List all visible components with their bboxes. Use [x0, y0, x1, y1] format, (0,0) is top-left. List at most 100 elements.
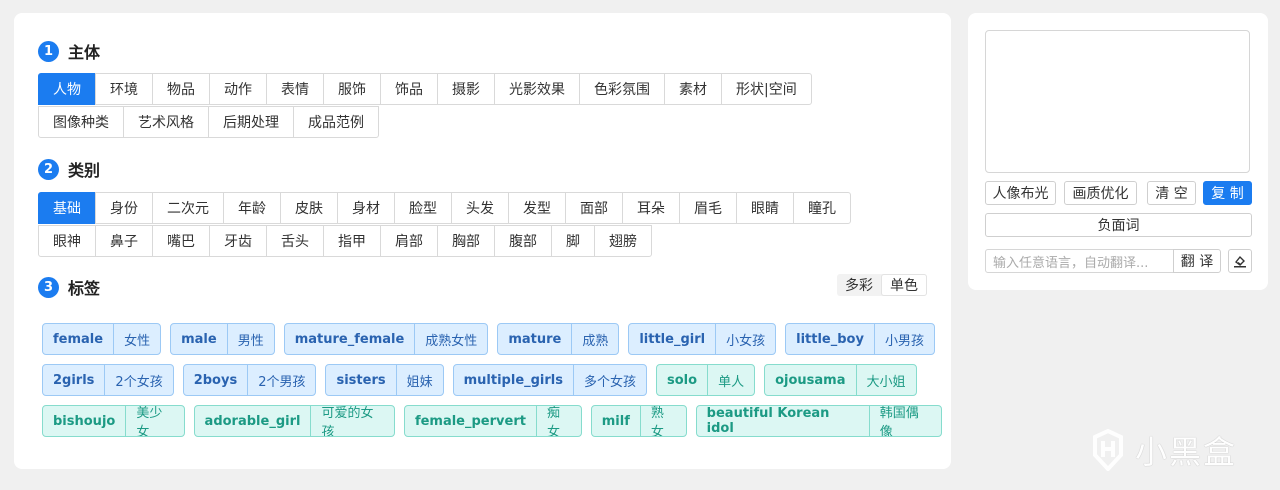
tab-subj-row2-2[interactable]: 后期处理	[208, 106, 294, 138]
color-mode-multi[interactable]: 多彩	[837, 274, 881, 296]
tab-cat-row2-5[interactable]: 指甲	[323, 225, 381, 257]
subject-tabs-row-1: 人物 环境 物品 动作 表情 服饰 饰品 摄影 光影效果 色彩氛围 素材 形状|空间	[38, 73, 812, 106]
tag-english: female_pervert	[405, 406, 537, 436]
tag-english: solo	[657, 365, 709, 395]
tab-cat-row2-2[interactable]: 嘴巴	[152, 225, 210, 257]
tag-chip[interactable]: female_pervert 痴女	[403, 405, 582, 437]
clear-translate-button[interactable]	[1228, 249, 1252, 273]
category-tabs-row-1: 基础 身份 二次元 年龄 皮肤 身材 脸型 头发 发型 面部 耳朵 眉毛 眼睛 瞳孔	[38, 192, 851, 225]
color-mode-toggle: 多彩 单色	[837, 274, 927, 296]
step-number-2: 2	[38, 158, 59, 180]
tab-cat-row1-8[interactable]: 发型	[508, 192, 566, 224]
tab-subj-row2-1[interactable]: 艺术风格	[123, 106, 209, 138]
tab-cat-row1-0[interactable]: 基础	[38, 192, 96, 224]
clear-button[interactable]: 清 空	[1147, 181, 1196, 205]
tag-chip[interactable]: mature_female 成熟女性	[283, 323, 489, 355]
tag-chinese: 姐妹	[406, 374, 433, 390]
tab-subj-row1-0[interactable]: 人物	[38, 73, 96, 105]
tab-subj-row1-4[interactable]: 表情	[266, 73, 324, 105]
portrait-lighting-button[interactable]: 人像布光	[985, 181, 1056, 205]
tag-chip[interactable]: solo 单人	[656, 364, 756, 396]
tab-cat-row1-4[interactable]: 皮肤	[280, 192, 338, 224]
tab-subj-row1-10[interactable]: 素材	[664, 73, 722, 105]
tag-chip[interactable]: multiple_girls 多个女孩	[452, 364, 648, 396]
tag-english: ojousama	[765, 365, 857, 395]
tab-cat-row1-7[interactable]: 头发	[451, 192, 509, 224]
tag-chinese: 2个男孩	[258, 374, 306, 390]
section-subject-header: 1 主体	[38, 40, 100, 62]
tab-subj-row1-3[interactable]: 动作	[209, 73, 267, 105]
tab-subj-row1-8[interactable]: 光影效果	[494, 73, 580, 105]
tag-english: bishoujo	[43, 406, 127, 436]
tab-subj-row1-5[interactable]: 服饰	[323, 73, 381, 105]
tag-english: female	[43, 324, 115, 354]
tags-row-3: bishoujo 美少女 adorable_girl 可爱的女孩 female_perv…	[42, 405, 951, 437]
tab-cat-row1-12[interactable]: 眼睛	[736, 192, 794, 224]
tag-english: sisters	[326, 365, 397, 395]
tag-chip[interactable]: adorable_girl 可爱的女孩	[193, 405, 395, 437]
tag-chip[interactable]: ojousama 大小姐	[764, 364, 917, 396]
tab-cat-row1-6[interactable]: 脸型	[394, 192, 452, 224]
tab-cat-row2-3[interactable]: 牙齿	[209, 225, 267, 257]
section-title-subject: 主体	[68, 43, 101, 62]
tab-subj-row1-1[interactable]: 环境	[95, 73, 153, 105]
tag-chip[interactable]: mature 成熟	[497, 323, 620, 355]
tag-english: 2boys	[184, 365, 249, 395]
tag-english: adorable_girl	[195, 406, 312, 436]
tab-cat-row2-0[interactable]: 眼神	[38, 225, 96, 257]
tag-chinese: 女性	[124, 333, 151, 349]
tab-cat-row1-9[interactable]: 面部	[565, 192, 623, 224]
tab-cat-row2-1[interactable]: 鼻子	[95, 225, 153, 257]
translate-button[interactable]: 翻 译	[1173, 249, 1221, 273]
tab-subj-row1-11[interactable]: 形状|空间	[721, 73, 812, 105]
tab-cat-row2-8[interactable]: 腹部	[494, 225, 552, 257]
section-tags-header: 3 标签	[38, 276, 100, 298]
tag-chip[interactable]: 2girls 2个女孩	[42, 364, 174, 396]
tab-cat-row1-1[interactable]: 身份	[95, 192, 153, 224]
tab-subj-row1-2[interactable]: 物品	[152, 73, 210, 105]
tag-chip[interactable]: sisters 姐妹	[325, 364, 444, 396]
tab-subj-row1-9[interactable]: 色彩氛围	[579, 73, 665, 105]
tab-subj-row2-3[interactable]: 成品范例	[293, 106, 379, 138]
tab-cat-row1-5[interactable]: 身材	[337, 192, 395, 224]
tab-cat-row2-10[interactable]: 翅膀	[594, 225, 652, 257]
tab-subj-row1-7[interactable]: 摄影	[437, 73, 495, 105]
tab-subj-row1-6[interactable]: 饰品	[380, 73, 438, 105]
prompt-output-textarea[interactable]	[985, 30, 1250, 173]
tag-chip[interactable]: female 女性	[42, 323, 162, 355]
tab-cat-row1-10[interactable]: 耳朵	[622, 192, 680, 224]
tag-chip[interactable]: little_boy 小男孩	[785, 323, 935, 355]
tag-english: beautiful Korean idol	[697, 406, 870, 436]
tab-cat-row2-7[interactable]: 胸部	[437, 225, 495, 257]
section-title-tags: 标签	[68, 279, 101, 298]
output-panel: 人像布光 画质优化 清 空 复 制 负面词 输入任意语言，自动翻译... 翻 译	[968, 13, 1268, 290]
tag-chip[interactable]: little_girl 小女孩	[628, 323, 777, 355]
heybox-logo-icon	[1093, 429, 1123, 471]
category-tabs-row-2: 眼神 鼻子 嘴巴 牙齿 舌头 指甲 肩部 胸部 腹部脚翅膀	[38, 225, 652, 258]
tab-cat-row1-11[interactable]: 眉毛	[679, 192, 737, 224]
tag-chip[interactable]: milf 熟女	[590, 405, 687, 437]
tag-chinese: 2个女孩	[115, 374, 163, 390]
tab-cat-row1-3[interactable]: 年龄	[223, 192, 281, 224]
tab-cat-row1-13[interactable]: 瞳孔	[793, 192, 851, 224]
tab-cat-row2-6[interactable]: 肩部	[380, 225, 438, 257]
tag-chip[interactable]: 2boys 2个男孩	[182, 364, 317, 396]
prompt-builder-panel: 1 主体 人物 环境 物品 动作 表情 服饰 饰品 摄影 光影效果 色彩氛围 素材 形状|空间 图像种…	[14, 13, 951, 469]
color-mode-single[interactable]: 单色	[881, 274, 927, 296]
tab-cat-row2-9[interactable]: 脚	[551, 225, 595, 257]
tag-chip[interactable]: beautiful Korean idol 韩国偶像	[695, 405, 942, 437]
tag-chinese: 熟女	[650, 406, 664, 437]
tag-chinese: 可爱的女孩	[321, 406, 374, 437]
tag-chinese: 成熟女性	[425, 333, 478, 349]
quality-optimize-button[interactable]: 画质优化	[1064, 181, 1137, 205]
copy-button[interactable]: 复 制	[1203, 181, 1252, 205]
step-number-3: 3	[38, 276, 59, 298]
tab-cat-row1-2[interactable]: 二次元	[152, 192, 224, 224]
tab-subj-row2-0[interactable]: 图像种类	[38, 106, 124, 138]
tag-chip[interactable]: male 男性	[170, 323, 275, 355]
tag-chinese: 男性	[237, 333, 264, 349]
tab-cat-row2-4[interactable]: 舌头	[266, 225, 324, 257]
negative-prompt-button[interactable]: 负面词	[985, 213, 1252, 237]
tag-chip[interactable]: bishoujo 美少女	[42, 405, 185, 437]
translate-input[interactable]: 输入任意语言，自动翻译...	[985, 249, 1174, 273]
